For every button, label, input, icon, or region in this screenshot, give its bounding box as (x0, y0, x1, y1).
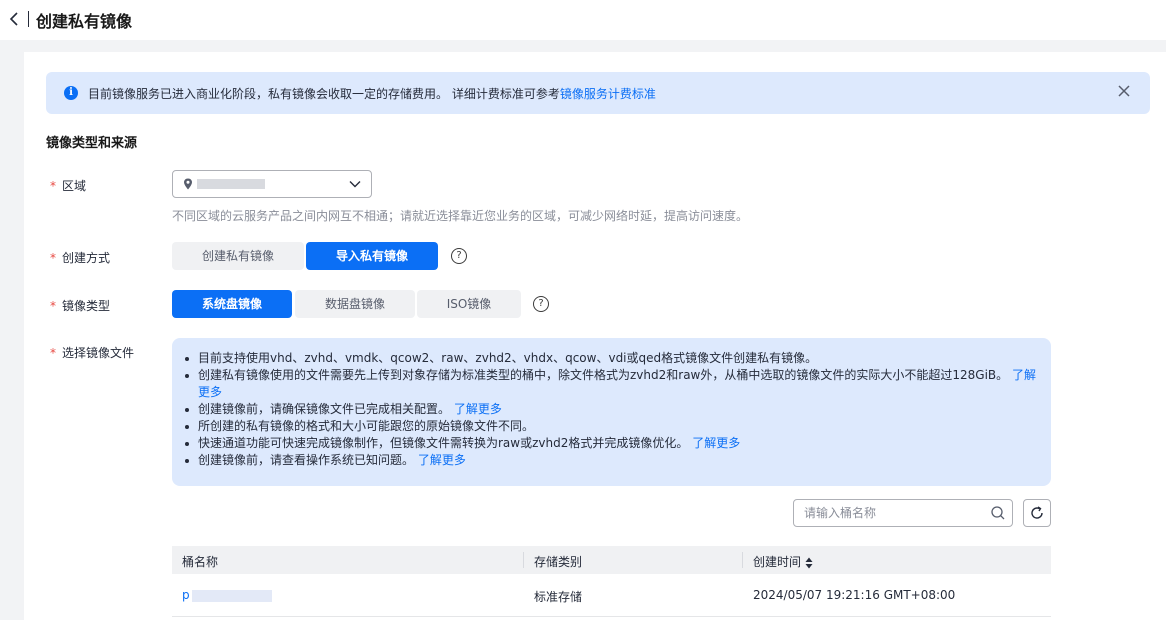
bucket-name-link[interactable]: p (182, 588, 190, 602)
tip-item: 创建私有镜像使用的文件需要先上传到对象存储为标准类型的桶中，除文件格式为zvhd… (185, 367, 1038, 401)
tip-item: 目前支持使用vhd、zvhd、vmdk、qcow2、raw、zvhd2、vhdx… (185, 350, 1038, 367)
form-card: i 目前镜像服务已进入商业化阶段，私有镜像会收取一定的存储费用。 详细计费标准可… (24, 52, 1166, 620)
billing-notice: i 目前镜像服务已进入商业化阶段，私有镜像会收取一定的存储费用。 详细计费标准可… (46, 72, 1150, 114)
import-private-image-option[interactable]: 导入私有镜像 (306, 242, 438, 270)
sort-icon[interactable] (805, 557, 813, 569)
system-disk-image-option[interactable]: 系统盘镜像 (172, 290, 292, 318)
title-divider (28, 11, 29, 27)
storage-class-cell: 标准存储 (534, 590, 583, 604)
search-icon[interactable] (990, 505, 1006, 521)
top-bar: 创建私有镜像 (0, 0, 1166, 40)
info-icon: i (64, 86, 78, 100)
required-mark: * (50, 179, 56, 193)
required-mark: * (50, 346, 56, 360)
question-help-icon[interactable]: ? (451, 248, 467, 264)
image-file-tips: 目前支持使用vhd、zvhd、vmdk、qcow2、raw、zvhd2、vhdx… (172, 338, 1051, 486)
learn-more-link[interactable]: 了解更多 (692, 436, 740, 450)
image-file-label-text: 选择镜像文件 (62, 346, 135, 360)
image-type-label-text: 镜像类型 (62, 299, 111, 313)
table-header: 桶名称 存储类别 创建时间 (172, 546, 1051, 574)
chevron-down-icon (349, 181, 361, 188)
required-mark: * (50, 251, 56, 265)
column-bucket-name: 桶名称 (182, 555, 219, 569)
refresh-button[interactable] (1023, 499, 1051, 527)
image-file-label: * 选择镜像文件 (50, 344, 134, 361)
bucket-search-input[interactable] (804, 504, 984, 522)
region-select[interactable] (172, 170, 372, 198)
data-disk-image-option[interactable]: 数据盘镜像 (295, 290, 415, 318)
region-value (197, 179, 265, 189)
column-divider (742, 552, 743, 568)
table-row[interactable]: p 标准存储 2024/05/07 19:21:16 GMT+08:00 (172, 574, 1051, 617)
question-help-icon[interactable]: ? (533, 296, 549, 312)
create-method-label-text: 创建方式 (62, 251, 111, 265)
required-mark: * (50, 299, 56, 313)
learn-more-link[interactable]: 了解更多 (418, 453, 466, 467)
column-created-time: 创建时间 (753, 553, 813, 570)
bucket-name-cell: p (182, 588, 272, 602)
notice-message: 目前镜像服务已进入商业化阶段，私有镜像会收取一定的存储费用。 详细计费标准可参考 (88, 87, 560, 101)
column-divider (523, 552, 524, 568)
tip-item: 所创建的私有镜像的格式和大小可能跟您的原始镜像文件不同。 (185, 418, 1038, 435)
tip-item: 创建镜像前，请确保镜像文件已完成相关配置。 了解更多 (185, 401, 1038, 418)
create-method-label: * 创建方式 (50, 249, 110, 266)
back-arrow-icon[interactable] (8, 10, 22, 28)
image-type-label: * 镜像类型 (50, 297, 110, 314)
bucket-search (793, 499, 1013, 527)
iso-image-option[interactable]: ISO镜像 (417, 290, 521, 318)
tip-item: 快速通道功能可快速完成镜像制作，但镜像文件需转换为raw或zvhd2格式并完成镜… (185, 435, 1038, 452)
learn-more-link[interactable]: 了解更多 (454, 402, 502, 416)
region-label: * 区域 (50, 177, 86, 194)
section-title: 镜像类型和来源 (46, 136, 138, 151)
created-time-cell: 2024/05/07 19:21:16 GMT+08:00 (753, 588, 956, 602)
create-private-image-option[interactable]: 创建私有镜像 (172, 242, 304, 270)
refresh-icon (1031, 506, 1043, 519)
region-label-text: 区域 (62, 179, 87, 193)
column-storage-class: 存储类别 (534, 555, 583, 569)
tip-item: 创建镜像前，请查看操作系统已知问题。 了解更多 (185, 452, 1038, 469)
notice-text: 目前镜像服务已进入商业化阶段，私有镜像会收取一定的存储费用。 详细计费标准可参考… (88, 85, 656, 102)
region-hint: 不同区域的云服务产品之间内网互不相通；请就近选择靠近您业务的区域，可减少网络时延… (172, 209, 749, 223)
page-title: 创建私有镜像 (36, 12, 133, 31)
bucket-name-mask (191, 589, 272, 602)
close-icon[interactable] (1116, 83, 1132, 99)
location-pin-icon (184, 178, 192, 190)
billing-standard-link[interactable]: 镜像服务计费标准 (560, 87, 656, 101)
